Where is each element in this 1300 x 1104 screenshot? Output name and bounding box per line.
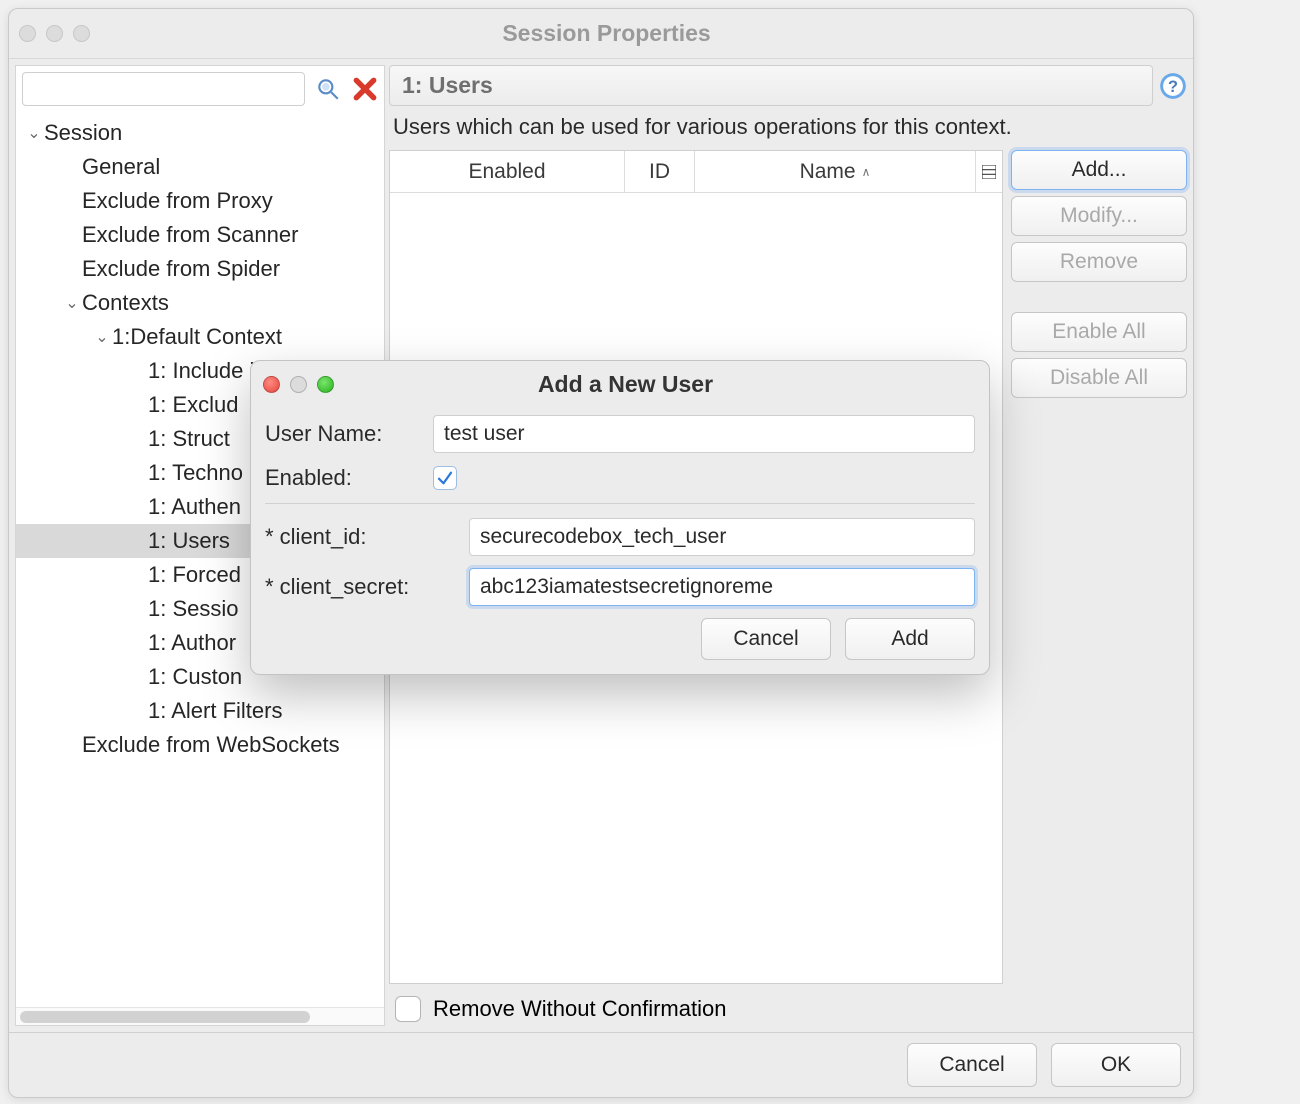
- remove-confirm-checkbox[interactable]: [395, 996, 421, 1022]
- dialog-traffic-lights: [263, 376, 334, 393]
- client-secret-field[interactable]: [469, 568, 975, 606]
- tree-item-5[interactable]: ⌄Contexts: [16, 286, 384, 320]
- label-enabled: Enabled:: [265, 465, 419, 491]
- divider: [265, 503, 975, 504]
- label-client-id: * client_id:: [265, 524, 455, 550]
- chevron-down-icon: ⌄: [92, 327, 112, 347]
- tree-item-label: 1: Techno: [148, 460, 243, 486]
- tree-item-label: 1: Alert Filters: [148, 698, 282, 724]
- disable-all-button[interactable]: Disable All: [1011, 358, 1187, 398]
- tree-item-3[interactable]: Exclude from Scanner: [16, 218, 384, 252]
- dialog-add-button[interactable]: Add: [845, 618, 975, 660]
- tree-item-label: 1: Sessio: [148, 596, 239, 622]
- remove-confirm-label: Remove Without Confirmation: [433, 996, 726, 1022]
- row-client-id: * client_id:: [265, 518, 975, 556]
- tree-item-label: 1: Struct: [148, 426, 230, 452]
- dialog-body: User Name: Enabled: * client_id: * clien…: [251, 407, 989, 606]
- scrollbar-thumb[interactable]: [20, 1011, 310, 1023]
- sidebar-search-row: [16, 66, 384, 112]
- tree-item-label: Contexts: [82, 290, 169, 316]
- sidebar-h-scrollbar[interactable]: [16, 1007, 384, 1025]
- traffic-close-icon[interactable]: [19, 25, 36, 42]
- tree-item-label: 1: Custon: [148, 664, 242, 690]
- row-client-secret: * client_secret:: [265, 568, 975, 606]
- tree-item-label: General: [82, 154, 160, 180]
- dialog-zoom-icon[interactable]: [317, 376, 334, 393]
- traffic-zoom-icon[interactable]: [73, 25, 90, 42]
- tree-item-label: 1:Default Context: [112, 324, 282, 350]
- remove-button[interactable]: Remove: [1011, 242, 1187, 282]
- column-selector-icon[interactable]: [976, 151, 1002, 192]
- dialog-footer: Cancel OK: [9, 1032, 1193, 1097]
- tree-item-18[interactable]: Exclude from WebSockets: [16, 728, 384, 762]
- tree-item-label: 1: Exclud: [148, 392, 239, 418]
- enable-all-button[interactable]: Enable All: [1011, 312, 1187, 352]
- button-column: Add... Modify... Remove Enable All Disab…: [1011, 150, 1187, 984]
- col-name-label: Name: [800, 160, 856, 184]
- tree-item-label: Session: [44, 120, 122, 146]
- panel-title: 1: Users: [389, 65, 1153, 106]
- window-title: Session Properties: [90, 20, 1123, 47]
- tree-item-label: 1: Users: [148, 528, 230, 554]
- row-user-name: User Name:: [265, 415, 975, 453]
- tree-item-label: Exclude from Proxy: [82, 188, 273, 214]
- main-header-row: 1: Users ?: [389, 65, 1187, 106]
- help-icon[interactable]: ?: [1159, 72, 1187, 100]
- tree-item-4[interactable]: Exclude from Spider: [16, 252, 384, 286]
- tree-item-1[interactable]: General: [16, 150, 384, 184]
- tree-item-label: 1: Author: [148, 630, 236, 656]
- col-id[interactable]: ID: [625, 151, 695, 192]
- clear-search-icon[interactable]: [352, 74, 379, 104]
- tree-item-label: 1: Authen: [148, 494, 241, 520]
- chevron-down-icon: ⌄: [62, 293, 82, 313]
- dialog-title: Add a New User: [334, 371, 917, 398]
- dialog-titlebar: Add a New User: [251, 361, 989, 407]
- dialog-minimize-icon[interactable]: [290, 376, 307, 393]
- search-input[interactable]: [22, 72, 305, 106]
- tree-item-label: Exclude from Scanner: [82, 222, 298, 248]
- table-header: Enabled ID Name ∧: [390, 151, 1002, 193]
- label-client-secret: * client_secret:: [265, 574, 455, 600]
- traffic-minimize-icon[interactable]: [46, 25, 63, 42]
- tree-item-17[interactable]: 1: Alert Filters: [16, 694, 384, 728]
- tree-item-0[interactable]: ⌄Session: [16, 116, 384, 150]
- panel-description: Users which can be used for various oper…: [389, 112, 1187, 144]
- modify-button[interactable]: Modify...: [1011, 196, 1187, 236]
- search-icon[interactable]: [315, 74, 342, 104]
- titlebar: Session Properties: [9, 9, 1193, 59]
- user-name-field[interactable]: [433, 415, 975, 453]
- dialog-actions: Cancel Add: [251, 618, 989, 660]
- remove-confirm-row: Remove Without Confirmation: [389, 990, 1187, 1026]
- dialog-cancel-button[interactable]: Cancel: [701, 618, 831, 660]
- col-name[interactable]: Name ∧: [695, 151, 976, 192]
- label-user-name: User Name:: [265, 421, 419, 447]
- col-enabled[interactable]: Enabled: [390, 151, 625, 192]
- add-user-dialog: Add a New User User Name: Enabled: * cli…: [250, 360, 990, 675]
- chevron-down-icon: ⌄: [24, 123, 44, 143]
- row-enabled: Enabled:: [265, 465, 975, 491]
- svg-text:?: ?: [1168, 77, 1178, 95]
- tree-item-2[interactable]: Exclude from Proxy: [16, 184, 384, 218]
- dialog-close-icon[interactable]: [263, 376, 280, 393]
- tree-item-6[interactable]: ⌄1:Default Context: [16, 320, 384, 354]
- tree-item-label: 1: Forced: [148, 562, 241, 588]
- cancel-button[interactable]: Cancel: [907, 1043, 1037, 1087]
- ok-button[interactable]: OK: [1051, 1043, 1181, 1087]
- tree-item-label: Exclude from Spider: [82, 256, 280, 282]
- traffic-lights: [19, 25, 90, 42]
- tree-item-label: Exclude from WebSockets: [82, 732, 340, 758]
- enabled-checkbox[interactable]: [433, 466, 457, 490]
- sort-asc-icon: ∧: [862, 165, 871, 179]
- client-id-field[interactable]: [469, 518, 975, 556]
- add-button[interactable]: Add...: [1011, 150, 1187, 190]
